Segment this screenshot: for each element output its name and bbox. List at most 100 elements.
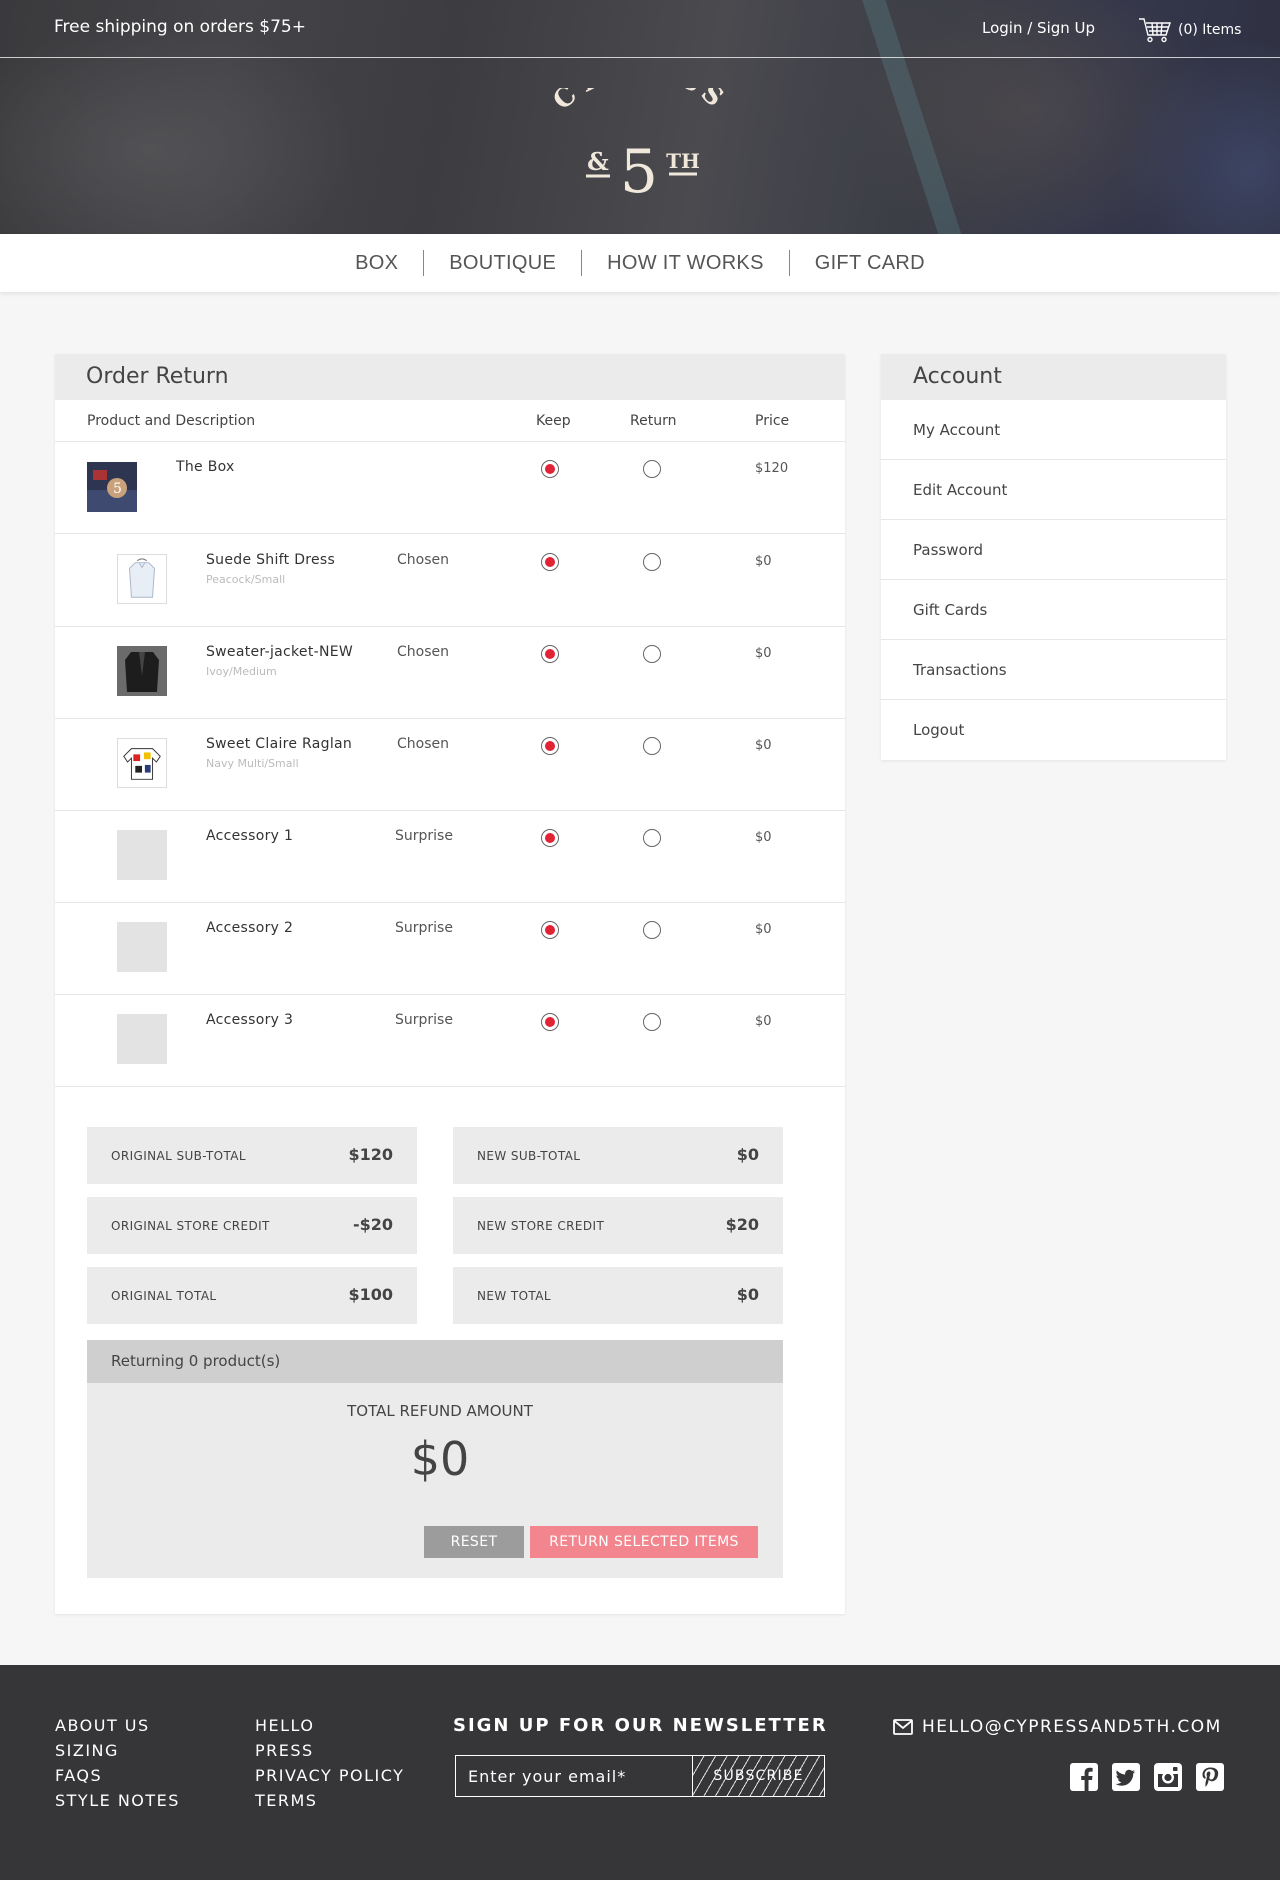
nav-box[interactable]: BOX: [330, 252, 423, 275]
product-thumbnail[interactable]: [117, 738, 167, 788]
main-nav: BOX BOUTIQUE HOW IT WORKS GIFT CARD: [0, 234, 1280, 292]
table-row: Sweet Claire Raglan Navy Multi/Small Cho…: [55, 719, 845, 811]
product-price: $0: [755, 830, 772, 845]
nav-gift-card[interactable]: GIFT CARD: [790, 252, 950, 275]
column-header-return: Return: [630, 413, 677, 429]
product-name: Suede Shift Dress: [206, 552, 336, 568]
nav-boutique[interactable]: BOUTIQUE: [424, 252, 581, 275]
product-thumbnail[interactable]: [117, 646, 167, 696]
pinterest-icon[interactable]: [1195, 1762, 1225, 1792]
order-return-panel: Order Return Product and Description Kee…: [55, 354, 845, 1614]
product-thumbnail[interactable]: [117, 554, 167, 604]
table-row: Accessory 2 Surprise $0: [55, 903, 845, 995]
return-radio[interactable]: [643, 921, 661, 939]
product-price: $0: [755, 554, 772, 569]
return-radio[interactable]: [643, 553, 661, 571]
logo-number: 5: [620, 137, 658, 203]
account-panel: Account My Account Edit Account Password…: [881, 354, 1226, 760]
original-total-label: ORIGINAL TOTAL: [111, 1289, 217, 1303]
product-thumbnail[interactable]: 5: [87, 462, 137, 512]
product-name: Accessory 3: [206, 1012, 294, 1028]
footer-links-col1: ABOUT US SIZING FAQS STYLE NOTES: [55, 1713, 180, 1813]
account-link-transactions[interactable]: Transactions: [881, 640, 1226, 700]
subscribe-label: SUBSCRIBE: [713, 1768, 804, 1784]
footer-link-about-us[interactable]: ABOUT US: [55, 1713, 180, 1738]
product-price: $0: [755, 1014, 772, 1029]
envelope-icon: [893, 1719, 913, 1735]
social-links: [1069, 1762, 1237, 1792]
footer-link-press[interactable]: PRESS: [255, 1738, 404, 1763]
footer-link-sizing[interactable]: SIZING: [55, 1738, 180, 1763]
account-link-password[interactable]: Password: [881, 520, 1226, 580]
footer-link-hello[interactable]: HELLO: [255, 1713, 404, 1738]
facebook-icon[interactable]: [1069, 1762, 1099, 1792]
new-store-credit-box: NEW STORE CREDIT $20: [453, 1197, 783, 1254]
product-name: Accessory 2: [206, 920, 294, 936]
keep-radio[interactable]: [541, 460, 559, 478]
login-signup-link[interactable]: Login / Sign Up: [982, 19, 1095, 37]
account-link-logout[interactable]: Logout: [881, 700, 1226, 760]
keep-radio[interactable]: [541, 1013, 559, 1031]
account-link-edit-account[interactable]: Edit Account: [881, 460, 1226, 520]
svg-text:CYPRESS: CYPRESS: [548, 88, 733, 116]
footer-link-style-notes[interactable]: STYLE NOTES: [55, 1788, 180, 1813]
product-thumbnail-placeholder: [117, 922, 167, 972]
new-subtotal-box: NEW SUB-TOTAL $0: [453, 1127, 783, 1184]
reset-button[interactable]: RESET: [424, 1526, 524, 1558]
cypress-5th-logo[interactable]: CYPRESS & 5 TH: [530, 88, 750, 203]
header-hero: Free shipping on orders $75+ Login / Sig…: [0, 0, 1280, 234]
product-name: Sweet Claire Raglan: [206, 736, 353, 752]
original-total-box: ORIGINAL TOTAL $100: [87, 1267, 417, 1324]
new-store-credit-label: NEW STORE CREDIT: [477, 1219, 605, 1233]
footer-link-privacy-policy[interactable]: PRIVACY POLICY: [255, 1763, 404, 1788]
new-total-label: NEW TOTAL: [477, 1289, 551, 1303]
new-store-credit-value: $20: [725, 1215, 759, 1234]
contact-email-link[interactable]: HELLO@CYPRESSAND5TH.COM: [893, 1717, 1222, 1737]
subscribe-button[interactable]: SUBSCRIBE: [692, 1755, 825, 1797]
newsletter-email-input[interactable]: [455, 1755, 692, 1797]
nav-how-it-works[interactable]: HOW IT WORKS: [582, 252, 789, 275]
keep-radio[interactable]: [541, 829, 559, 847]
return-radio[interactable]: [643, 645, 661, 663]
cart-link[interactable]: (0) Items: [1138, 17, 1241, 43]
refund-summary: Returning 0 product(s) TOTAL REFUND AMOU…: [87, 1340, 783, 1578]
account-title: Account: [881, 354, 1226, 400]
keep-radio[interactable]: [541, 645, 559, 663]
twitter-icon[interactable]: [1111, 1762, 1141, 1792]
footer-link-faqs[interactable]: FAQS: [55, 1763, 180, 1788]
new-total-value: $0: [736, 1285, 759, 1304]
column-header-product: Product and Description: [87, 413, 256, 429]
original-store-credit-label: ORIGINAL STORE CREDIT: [111, 1219, 270, 1233]
return-radio[interactable]: [643, 1013, 661, 1031]
top-bar: Free shipping on orders $75+ Login / Sig…: [0, 0, 1280, 58]
account-link-gift-cards[interactable]: Gift Cards: [881, 580, 1226, 640]
returning-count: Returning 0 product(s): [87, 1340, 783, 1383]
refund-amount: $0: [410, 1432, 470, 1486]
svg-text:5: 5: [113, 481, 122, 497]
keep-radio[interactable]: [541, 553, 559, 571]
contact-email: HELLO@CYPRESSAND5TH.COM: [922, 1717, 1222, 1737]
logo-ampersand: &: [587, 147, 609, 176]
product-name: The Box: [176, 459, 235, 475]
return-radio[interactable]: [643, 737, 661, 755]
table-row: 5 The Box $120: [55, 442, 845, 534]
keep-radio[interactable]: [541, 921, 559, 939]
product-price: $0: [755, 922, 772, 937]
footer-links-col2: HELLO PRESS PRIVACY POLICY TERMS: [255, 1713, 404, 1813]
product-name: Accessory 1: [206, 828, 294, 844]
product-price: $0: [755, 646, 772, 661]
footer: ABOUT US SIZING FAQS STYLE NOTES HELLO P…: [0, 1665, 1280, 1880]
return-selected-button[interactable]: RETURN SELECTED ITEMS: [530, 1526, 758, 1558]
shopping-cart-icon: [1139, 18, 1171, 43]
new-subtotal-value: $0: [736, 1145, 759, 1164]
return-radio[interactable]: [643, 460, 661, 478]
instagram-icon[interactable]: [1153, 1762, 1183, 1792]
column-header-keep: Keep: [536, 413, 571, 429]
product-type: Surprise: [395, 828, 453, 844]
account-link-my-account[interactable]: My Account: [881, 400, 1226, 460]
footer-link-terms[interactable]: TERMS: [255, 1788, 404, 1813]
keep-radio[interactable]: [541, 737, 559, 755]
return-radio[interactable]: [643, 829, 661, 847]
original-subtotal-box: ORIGINAL SUB-TOTAL $120: [87, 1127, 417, 1184]
new-subtotal-label: NEW SUB-TOTAL: [477, 1149, 581, 1163]
